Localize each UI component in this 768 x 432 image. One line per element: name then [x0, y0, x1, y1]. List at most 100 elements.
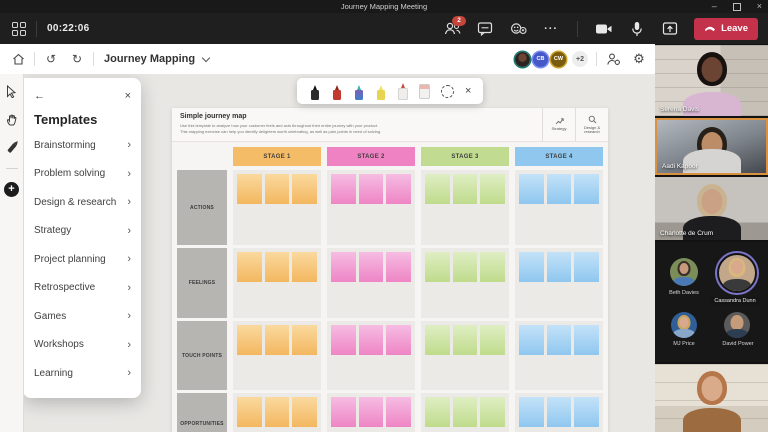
sticky-note[interactable]: [425, 174, 450, 204]
sticky-note[interactable]: [574, 397, 599, 427]
sticky-note[interactable]: [547, 174, 572, 204]
sticky-note[interactable]: [265, 325, 290, 355]
collaborator-overflow-count[interactable]: +2: [572, 51, 588, 67]
sticky-note[interactable]: [519, 252, 544, 282]
camera-button[interactable]: [595, 20, 613, 38]
audio-avatar-david[interactable]: [724, 312, 750, 338]
template-item-retrospective[interactable]: Retrospective›: [34, 274, 131, 303]
sticky-note[interactable]: [519, 325, 544, 355]
collaborator-avatar[interactable]: CW: [551, 52, 566, 67]
sticky-note[interactable]: [480, 174, 505, 204]
close-icon[interactable]: ×: [465, 85, 471, 97]
maximize-icon[interactable]: [733, 3, 741, 11]
video-tile-serena[interactable]: Serena Davis: [655, 45, 768, 116]
sticky-note[interactable]: [480, 397, 505, 427]
chevron-down-icon[interactable]: [202, 54, 210, 62]
sticky-note[interactable]: [386, 325, 411, 355]
galaxy-pen-tool[interactable]: [353, 83, 364, 100]
sticky-note[interactable]: [331, 252, 356, 282]
sticky-note[interactable]: [292, 325, 317, 355]
close-icon[interactable]: ×: [125, 89, 131, 103]
sticky-note[interactable]: [480, 252, 505, 282]
sticky-note[interactable]: [386, 252, 411, 282]
video-tile-aadi-active-speaker[interactable]: Aadi Kapoor: [655, 118, 768, 175]
eraser-pen-tool[interactable]: [397, 83, 408, 100]
sticky-note[interactable]: [331, 174, 356, 204]
share-screen-button[interactable]: [661, 20, 679, 38]
template-item-design-research[interactable]: Design & research›: [34, 188, 131, 217]
sticky-note[interactable]: [547, 325, 572, 355]
sticky-note[interactable]: [359, 397, 384, 427]
template-item-workshops[interactable]: Workshops›: [34, 331, 131, 360]
sticky-note[interactable]: [359, 325, 384, 355]
sticky-note[interactable]: [453, 397, 478, 427]
sticky-note[interactable]: [519, 174, 544, 204]
sticky-note[interactable]: [453, 325, 478, 355]
highlighter-tool[interactable]: [375, 83, 386, 100]
back-icon[interactable]: ←: [34, 89, 45, 103]
pan-tool[interactable]: [4, 112, 19, 127]
redo-button[interactable]: ↻: [69, 51, 85, 67]
sticky-note[interactable]: [425, 397, 450, 427]
video-tile-self[interactable]: [655, 364, 768, 432]
sticky-note[interactable]: [331, 325, 356, 355]
chat-button[interactable]: [476, 20, 494, 38]
sticky-note[interactable]: [386, 397, 411, 427]
sticky-note[interactable]: [265, 252, 290, 282]
apps-grid-icon[interactable]: [12, 22, 26, 36]
stage-3-header[interactable]: STAGE 3: [421, 147, 509, 166]
settings-button[interactable]: ⚙: [631, 51, 647, 67]
sticky-note[interactable]: [237, 252, 262, 282]
journey-map-card[interactable]: Simple journey map Use this template to …: [172, 108, 608, 432]
row-label-feelings[interactable]: FEELINGS: [177, 248, 227, 318]
sticky-note[interactable]: [359, 252, 384, 282]
pen-tool[interactable]: [4, 140, 19, 155]
stage-1-header[interactable]: STAGE 1: [233, 147, 321, 166]
template-item-games[interactable]: Games›: [34, 302, 131, 331]
audio-avatar-mj[interactable]: [671, 312, 697, 338]
sticky-note[interactable]: [547, 252, 572, 282]
sticky-note[interactable]: [265, 174, 290, 204]
stage-4-header[interactable]: STAGE 4: [515, 147, 603, 166]
sticky-note[interactable]: [386, 174, 411, 204]
stage-2-header[interactable]: STAGE 2: [327, 147, 415, 166]
home-button[interactable]: [10, 51, 26, 67]
eraser-tool[interactable]: [419, 84, 430, 99]
more-options-button[interactable]: ···: [542, 20, 560, 38]
template-item-brainstorming[interactable]: Brainstorming›: [34, 131, 131, 160]
sticky-note[interactable]: [453, 252, 478, 282]
template-item-problem-solving[interactable]: Problem solving›: [34, 160, 131, 189]
sticky-note[interactable]: [265, 397, 290, 427]
sticky-note[interactable]: [292, 252, 317, 282]
row-label-opportunities[interactable]: OPPORTUNITIES: [177, 393, 227, 432]
sticky-note[interactable]: [237, 174, 262, 204]
sticky-note[interactable]: [574, 325, 599, 355]
collaborator-avatar[interactable]: CB: [533, 52, 548, 67]
template-item-learning[interactable]: Learning›: [34, 359, 131, 388]
close-icon[interactable]: ×: [757, 1, 762, 12]
video-tile-charlotte[interactable]: Charlotte de Crum: [655, 177, 768, 240]
collaborator-avatar[interactable]: [515, 52, 530, 67]
template-item-strategy[interactable]: Strategy›: [34, 217, 131, 246]
sticky-note[interactable]: [574, 252, 599, 282]
sticky-note[interactable]: [425, 325, 450, 355]
lasso-select-tool[interactable]: [441, 85, 454, 98]
board-members-button[interactable]: [605, 51, 621, 67]
row-label-actions[interactable]: ACTIONS: [177, 170, 227, 245]
row-label-touch-points[interactable]: TOUCH POINTS: [177, 321, 227, 390]
sticky-note[interactable]: [237, 397, 262, 427]
participants-button[interactable]: 2: [443, 20, 461, 38]
sticky-note[interactable]: [453, 174, 478, 204]
audio-avatar-cassandra-speaking[interactable]: [717, 253, 757, 293]
sticky-note[interactable]: [547, 397, 572, 427]
sticky-note[interactable]: [574, 174, 599, 204]
template-item-project-planning[interactable]: Project planning›: [34, 245, 131, 274]
insert-tool[interactable]: +: [4, 182, 19, 197]
undo-button[interactable]: ↺: [43, 51, 59, 67]
mic-button[interactable]: [628, 20, 646, 38]
select-tool[interactable]: [4, 84, 19, 99]
sticky-note[interactable]: [331, 397, 356, 427]
sticky-note[interactable]: [425, 252, 450, 282]
reactions-button[interactable]: [509, 20, 527, 38]
minimize-icon[interactable]: –: [712, 1, 717, 12]
